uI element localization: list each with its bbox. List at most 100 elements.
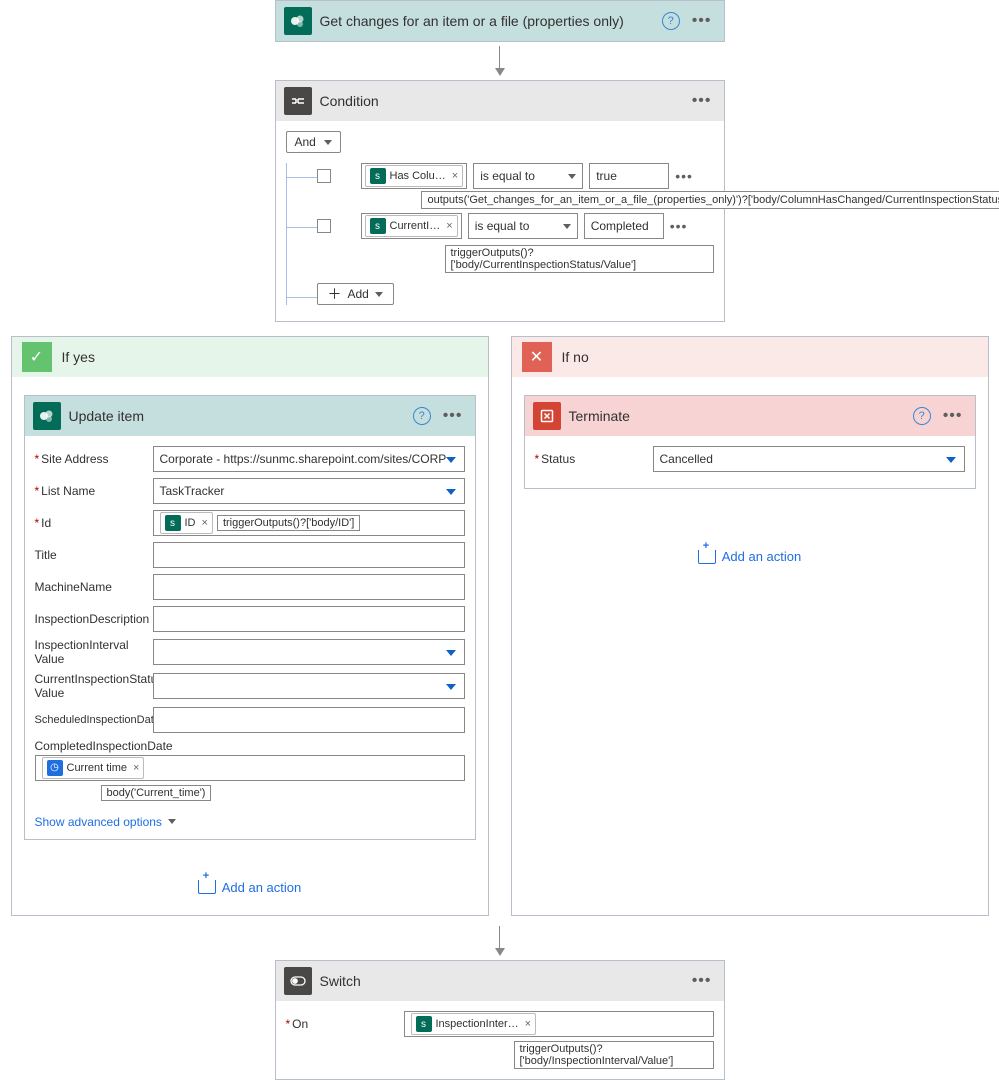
step-title: Update item <box>69 408 405 424</box>
remove-token-icon[interactable]: × <box>450 170 458 182</box>
check-icon: ✓ <box>22 342 52 372</box>
add-action-button[interactable]: Add an action <box>198 880 302 895</box>
step-switch[interactable]: Switch On s InspectionInter… × triggerOu… <box>275 960 725 1080</box>
field-label: Title <box>35 548 147 562</box>
more-icon[interactable] <box>688 972 716 990</box>
branch-if-yes: ✓ If yes Update item ? Site Add <box>11 336 489 916</box>
group-operator-dropdown[interactable]: And <box>286 131 341 153</box>
field-label: Status <box>535 452 647 466</box>
step-condition[interactable]: Condition And s Has Colu… × <box>275 80 725 322</box>
more-icon[interactable] <box>688 92 716 110</box>
operand-left[interactable]: s CurrentI… × <box>361 213 462 239</box>
token-label: ID <box>185 517 196 529</box>
step-title: Switch <box>320 973 680 989</box>
machine-name-input[interactable] <box>153 574 465 600</box>
field-label: CurrentInspectionStatus Value <box>35 672 147 701</box>
help-icon[interactable]: ? <box>413 407 431 425</box>
remove-token-icon[interactable]: × <box>523 1018 531 1030</box>
field-label: Site Address <box>35 452 147 466</box>
dynamic-token[interactable]: s Has Colu… × <box>365 165 464 187</box>
completed-date-input[interactable]: ◷ Current time × <box>35 755 465 781</box>
expression-tooltip: outputs('Get_changes_for_an_item_or_a_fi… <box>421 191 999 209</box>
chevron-down-icon <box>375 292 383 297</box>
sharepoint-icon: s <box>165 515 181 531</box>
step-get-changes[interactable]: Get changes for an item or a file (prope… <box>275 0 725 42</box>
operand-right[interactable]: Completed <box>584 213 664 239</box>
show-advanced-label: Show advanced options <box>35 815 162 829</box>
step-title: Get changes for an item or a file (prope… <box>320 13 654 29</box>
group-operator-label: And <box>295 135 316 149</box>
field-label: CompletedInspectionDate <box>35 739 465 753</box>
step-title: Terminate <box>569 408 905 424</box>
expression-text: triggerOutputs()?['body/ID'] <box>217 515 360 531</box>
add-action-label: Add an action <box>722 549 802 564</box>
close-icon: ✕ <box>522 342 552 372</box>
condition-icon <box>284 87 312 115</box>
clock-icon: ◷ <box>47 760 63 776</box>
chevron-down-icon <box>168 819 176 824</box>
row-more-icon[interactable] <box>675 168 693 184</box>
condition-row: s Has Colu… × is equal to true <box>317 163 714 189</box>
token-label: Current time <box>67 762 128 774</box>
dynamic-token[interactable]: s ID × <box>160 512 213 534</box>
dynamic-token[interactable]: ◷ Current time × <box>42 757 145 779</box>
id-input[interactable]: s ID × triggerOutputs()?['body/ID'] <box>153 510 465 536</box>
field-label: On <box>286 1017 398 1031</box>
token-label: Has Colu… <box>390 170 446 182</box>
sharepoint-icon: s <box>416 1016 432 1032</box>
terminate-icon <box>533 402 561 430</box>
title-input[interactable] <box>153 542 465 568</box>
field-label: List Name <box>35 484 147 498</box>
sharepoint-icon <box>33 402 61 430</box>
branch-title: If yes <box>62 349 95 365</box>
arrow-down-icon <box>0 926 999 956</box>
current-status-dropdown[interactable] <box>153 673 465 699</box>
chevron-down-icon <box>324 140 332 145</box>
site-address-dropdown[interactable]: Corporate - https://sunmc.sharepoint.com… <box>153 446 465 472</box>
sharepoint-icon <box>284 7 312 35</box>
add-action-button[interactable]: Add an action <box>698 549 802 564</box>
more-icon[interactable] <box>439 407 467 425</box>
sharepoint-icon: s <box>370 168 386 184</box>
branch-if-no: ✕ If no Terminate ? Status <box>511 336 989 916</box>
help-icon[interactable]: ? <box>662 12 680 30</box>
collapse-toggle[interactable] <box>317 169 331 183</box>
add-action-icon <box>198 880 216 894</box>
arrow-down-icon <box>0 46 999 76</box>
add-action-icon <box>698 550 716 564</box>
help-icon[interactable]: ? <box>913 407 931 425</box>
more-icon[interactable] <box>688 12 716 30</box>
scheduled-date-input[interactable] <box>153 707 465 733</box>
remove-token-icon[interactable]: × <box>444 220 452 232</box>
plus-icon: ＋ <box>328 287 342 301</box>
switch-on-input[interactable]: s InspectionInter… × <box>404 1011 714 1037</box>
show-advanced-options-link[interactable]: Show advanced options <box>35 815 465 829</box>
add-condition-button[interactable]: ＋ Add <box>317 283 394 305</box>
step-terminate[interactable]: Terminate ? Status Cancelled <box>524 395 976 489</box>
list-name-dropdown[interactable]: TaskTracker <box>153 478 465 504</box>
dynamic-token[interactable]: s CurrentI… × <box>365 215 458 237</box>
step-update-item[interactable]: Update item ? Site Address Corporate - h… <box>24 395 476 840</box>
operand-right[interactable]: true <box>589 163 669 189</box>
dynamic-token[interactable]: s InspectionInter… × <box>411 1013 537 1035</box>
add-label: Add <box>348 287 369 301</box>
condition-row: s CurrentI… × is equal to Completed <box>317 213 714 239</box>
more-icon[interactable] <box>939 407 967 425</box>
row-more-icon[interactable] <box>670 218 688 234</box>
sharepoint-icon: s <box>370 218 386 234</box>
operator-dropdown[interactable]: is equal to <box>468 213 578 239</box>
expression-text: triggerOutputs()?['body/CurrentInspectio… <box>445 245 714 273</box>
inspection-interval-dropdown[interactable] <box>153 639 465 665</box>
remove-token-icon[interactable]: × <box>200 517 208 529</box>
operand-left[interactable]: s Has Colu… × <box>361 163 468 189</box>
operator-dropdown[interactable]: is equal to <box>473 163 583 189</box>
token-label: CurrentI… <box>390 220 441 232</box>
condition-title: Condition <box>320 93 680 109</box>
collapse-toggle[interactable] <box>317 219 331 233</box>
remove-token-icon[interactable]: × <box>131 762 139 774</box>
field-label: ScheduledInspectionDate <box>35 714 147 726</box>
inspection-description-input[interactable] <box>153 606 465 632</box>
terminate-status-dropdown[interactable]: Cancelled <box>653 446 965 472</box>
field-label: Id <box>35 516 147 530</box>
field-label: InspectionDescription <box>35 612 147 626</box>
